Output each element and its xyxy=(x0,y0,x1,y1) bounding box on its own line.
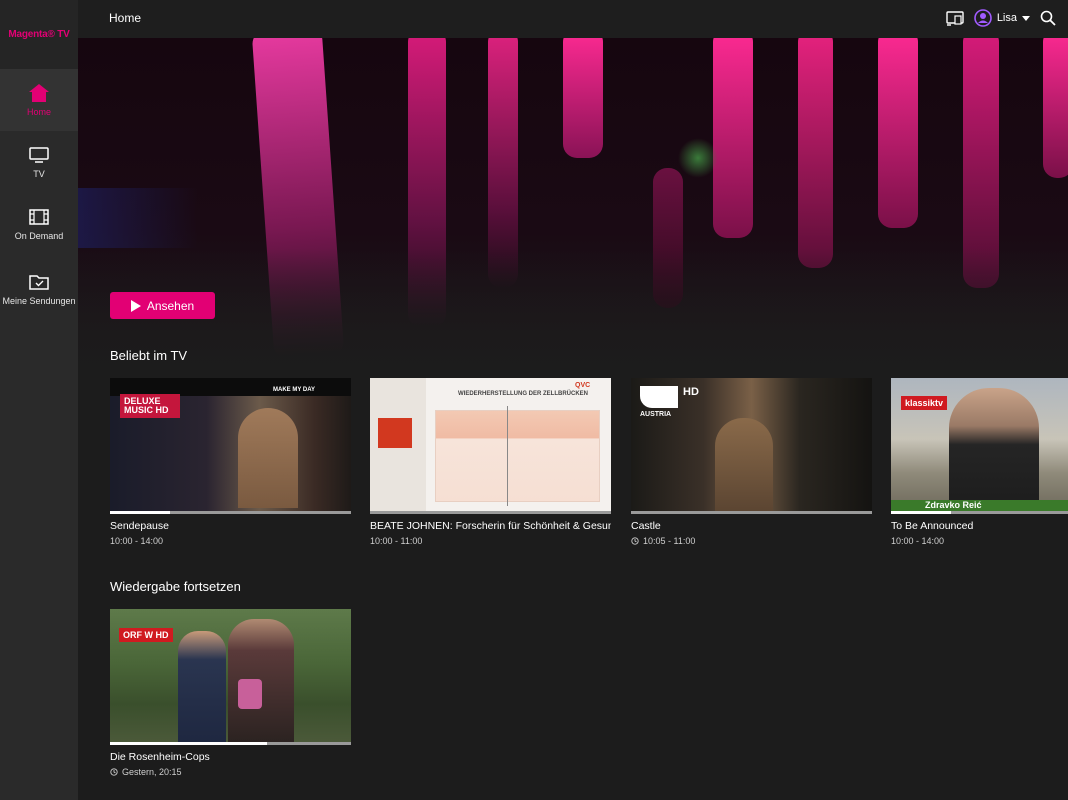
film-icon xyxy=(29,208,49,225)
card-time: 10:00 - 11:00 xyxy=(370,536,611,546)
user-name: Lisa xyxy=(996,12,1017,24)
top-actions: Lisa xyxy=(946,9,1056,27)
progress-fill xyxy=(110,742,267,745)
banner-text: WIEDERHERSTELLUNG DER ZELLBRÜCKEN xyxy=(458,391,588,397)
hero-light-bar xyxy=(563,38,603,158)
progress-bar xyxy=(891,511,1068,514)
card-time: Gestern, 20:15 xyxy=(110,767,351,777)
progress-fill xyxy=(110,511,171,514)
content-card[interactable]: ORF W HD Die Rosenheim-Cops Gestern, 20:… xyxy=(110,609,351,777)
kabel-logo-shape xyxy=(640,386,678,408)
hero-banner xyxy=(78,38,1068,388)
card-time-text: 10:00 - 14:00 xyxy=(110,536,164,546)
play-icon xyxy=(130,299,141,312)
sidebar-item-label: Meine Sendungen xyxy=(2,295,76,306)
page-title: Home xyxy=(109,11,142,25)
content-card[interactable]: DELUXE MUSIC HD MAKE MY DAY Sendepause 1… xyxy=(110,378,351,546)
sidebar-item-meine-sendungen[interactable]: Meine Sendungen xyxy=(0,255,78,323)
sidebar-item-on-demand[interactable]: On Demand xyxy=(0,193,78,255)
card-time-text: Gestern, 20:15 xyxy=(122,767,182,777)
card-thumbnail: klassiktv Zdravko Reić xyxy=(891,378,1068,514)
top-bar: Home Lisa xyxy=(78,0,1068,38)
card-thumbnail: DELUXE MUSIC HD MAKE MY DAY xyxy=(110,378,351,514)
section-title: Beliebt im TV xyxy=(110,348,188,363)
price-tag xyxy=(378,418,412,448)
diagram-divider xyxy=(507,406,508,506)
person-figure xyxy=(715,418,773,514)
content-card[interactable]: AUSTRIA HD Castle 10:05 - 11:00 xyxy=(631,378,872,546)
search-icon[interactable] xyxy=(1040,10,1056,26)
lower-third-text: Zdravko Reić xyxy=(925,500,982,510)
logo-box: Magenta® TV xyxy=(0,0,78,69)
user-avatar-icon xyxy=(974,9,992,27)
sidebar-item-label: On Demand xyxy=(14,230,64,241)
home-icon xyxy=(29,83,49,102)
hero-glow-dot xyxy=(678,138,718,178)
card-thumbnail: AUSTRIA HD xyxy=(631,378,872,514)
card-title: Sendepause xyxy=(110,520,169,532)
person-figure xyxy=(949,388,1039,514)
channel-logo: AUSTRIA xyxy=(640,411,672,418)
card-time: 10:00 - 14:00 xyxy=(110,536,351,546)
hero-light-bar xyxy=(1043,38,1068,178)
replay-icon xyxy=(110,768,118,776)
replay-icon xyxy=(631,537,639,545)
card-time-text: 10:05 - 11:00 xyxy=(643,536,696,546)
hero-light-bar xyxy=(713,38,753,238)
user-menu[interactable]: Lisa xyxy=(974,9,1030,27)
sidebar-item-label: TV xyxy=(33,168,45,179)
card-thumbnail: ORF W HD xyxy=(110,609,351,745)
hd-badge: HD xyxy=(683,386,699,398)
progress-bar xyxy=(370,511,611,514)
watch-button[interactable]: Ansehen xyxy=(110,292,215,319)
content-card[interactable]: klassiktv Zdravko Reić To Be Announced 1… xyxy=(891,378,1068,546)
hero-light-bar xyxy=(798,38,833,268)
sidebar-item-tv[interactable]: TV xyxy=(0,131,78,193)
person-figure xyxy=(178,631,226,745)
section-title: Wiedergabe fortsetzen xyxy=(110,579,241,594)
card-time-text: 10:00 - 11:00 xyxy=(370,536,423,546)
channel-logo: DELUXE MUSIC HD xyxy=(120,394,180,418)
content-card[interactable]: QVC WIEDERHERSTELLUNG DER ZELLBRÜCKEN BE… xyxy=(370,378,611,546)
pink-object xyxy=(238,679,262,709)
card-title: Die Rosenheim-Cops xyxy=(110,751,210,763)
channel-logo: klassiktv xyxy=(901,396,948,410)
channel-logo: ORF W HD xyxy=(119,628,173,642)
hero-blue-haze xyxy=(78,188,198,248)
progress-bar xyxy=(110,511,351,514)
progress-fill xyxy=(891,511,952,514)
progress-bar xyxy=(110,742,351,745)
app-window: Magenta® TV Home TV On Demand Meine Send… xyxy=(0,0,1068,800)
sidebar-item-label: Home xyxy=(26,106,51,117)
sidebar-item-home[interactable]: Home xyxy=(0,69,78,131)
progress-bar xyxy=(631,511,872,514)
card-time: 10:00 - 14:00 xyxy=(891,536,1068,546)
sidebar: Magenta® TV Home TV On Demand Meine Send… xyxy=(0,0,78,800)
chevron-down-icon xyxy=(1022,15,1030,21)
channel-logo: QVC xyxy=(575,382,591,389)
banner-text: MAKE MY DAY xyxy=(272,387,315,393)
person-figure xyxy=(238,408,298,508)
card-time: 10:05 - 11:00 xyxy=(631,536,872,546)
magenta-tv-logo: Magenta® TV xyxy=(8,29,70,40)
card-title: Castle xyxy=(631,520,661,532)
card-title: To Be Announced xyxy=(891,520,974,532)
card-thumbnail: QVC WIEDERHERSTELLUNG DER ZELLBRÜCKEN xyxy=(370,378,611,514)
hero-fade xyxy=(78,248,1068,388)
cell-diagram xyxy=(435,410,600,502)
cast-icon[interactable] xyxy=(946,10,964,26)
card-title: BEATE JOHNEN: Forscherin für Schönheit &… xyxy=(370,520,611,532)
watch-button-label: Ansehen xyxy=(146,298,195,313)
folder-check-icon xyxy=(29,274,49,290)
tv-icon xyxy=(29,146,49,163)
card-time-text: 10:00 - 14:00 xyxy=(891,536,945,546)
hero-light-bar xyxy=(878,38,918,228)
